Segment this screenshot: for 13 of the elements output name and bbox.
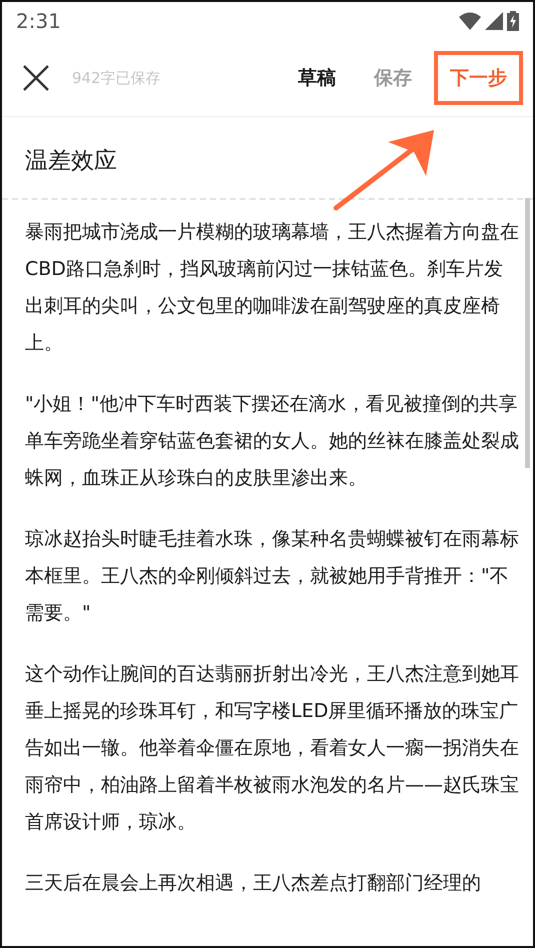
paragraph[interactable]: 暴雨把城市浇成一片模糊的玻璃幕墙，王八杰握着方向盘在CBD路口急刹时，挡风玻璃前闪过一抹钴蓝色。刹车片发出刺耳的尖叫，公文包里的咖啡泼在副驾驶座的真皮座椅上。 bbox=[25, 214, 519, 362]
draft-button[interactable]: 草稿 bbox=[282, 51, 352, 105]
battery-icon bbox=[507, 11, 519, 31]
scrollbar[interactable] bbox=[525, 198, 530, 468]
status-time: 2:31 bbox=[16, 9, 61, 33]
paragraph[interactable]: 琼冰赵抬头时睫毛挂着水珠，像某种名贵蝴蝶被钉在雨幕标本框里。王八杰的伞刚倾斜过去，就被她用手背推开："不需要。" bbox=[25, 521, 519, 632]
paragraph[interactable]: 三天后在晨会上再次相遇，王八杰差点打翻部门经理的 bbox=[25, 865, 519, 902]
signal-icon bbox=[485, 12, 503, 30]
wifi-icon bbox=[459, 12, 481, 30]
paragraph[interactable]: "小姐！"他冲下车时西装下摆还在滴水，看见被撞倒的共享单车旁跪坐着穿钴蓝色套裙的女人。她的丝袜在膝盖处裂成蛛网，血珠正从珍珠白的皮肤里渗出来。 bbox=[25, 386, 519, 497]
saved-status: 942字已保存 bbox=[72, 68, 162, 88]
close-icon[interactable] bbox=[22, 64, 50, 92]
paragraph[interactable]: 这个动作让腕间的百达翡丽折射出冷光，王八杰注意到她耳垂上摇晃的珍珠耳钉，和写字楼LED屏里循环播放的珠宝广告如出一辙。他举着伞僵在原地，看着女人一瘸一拐消失在雨帘中，柏油路上留着半枚被雨水泡发的名片——赵氏珠宝首席设计师，琼冰。 bbox=[25, 656, 519, 841]
